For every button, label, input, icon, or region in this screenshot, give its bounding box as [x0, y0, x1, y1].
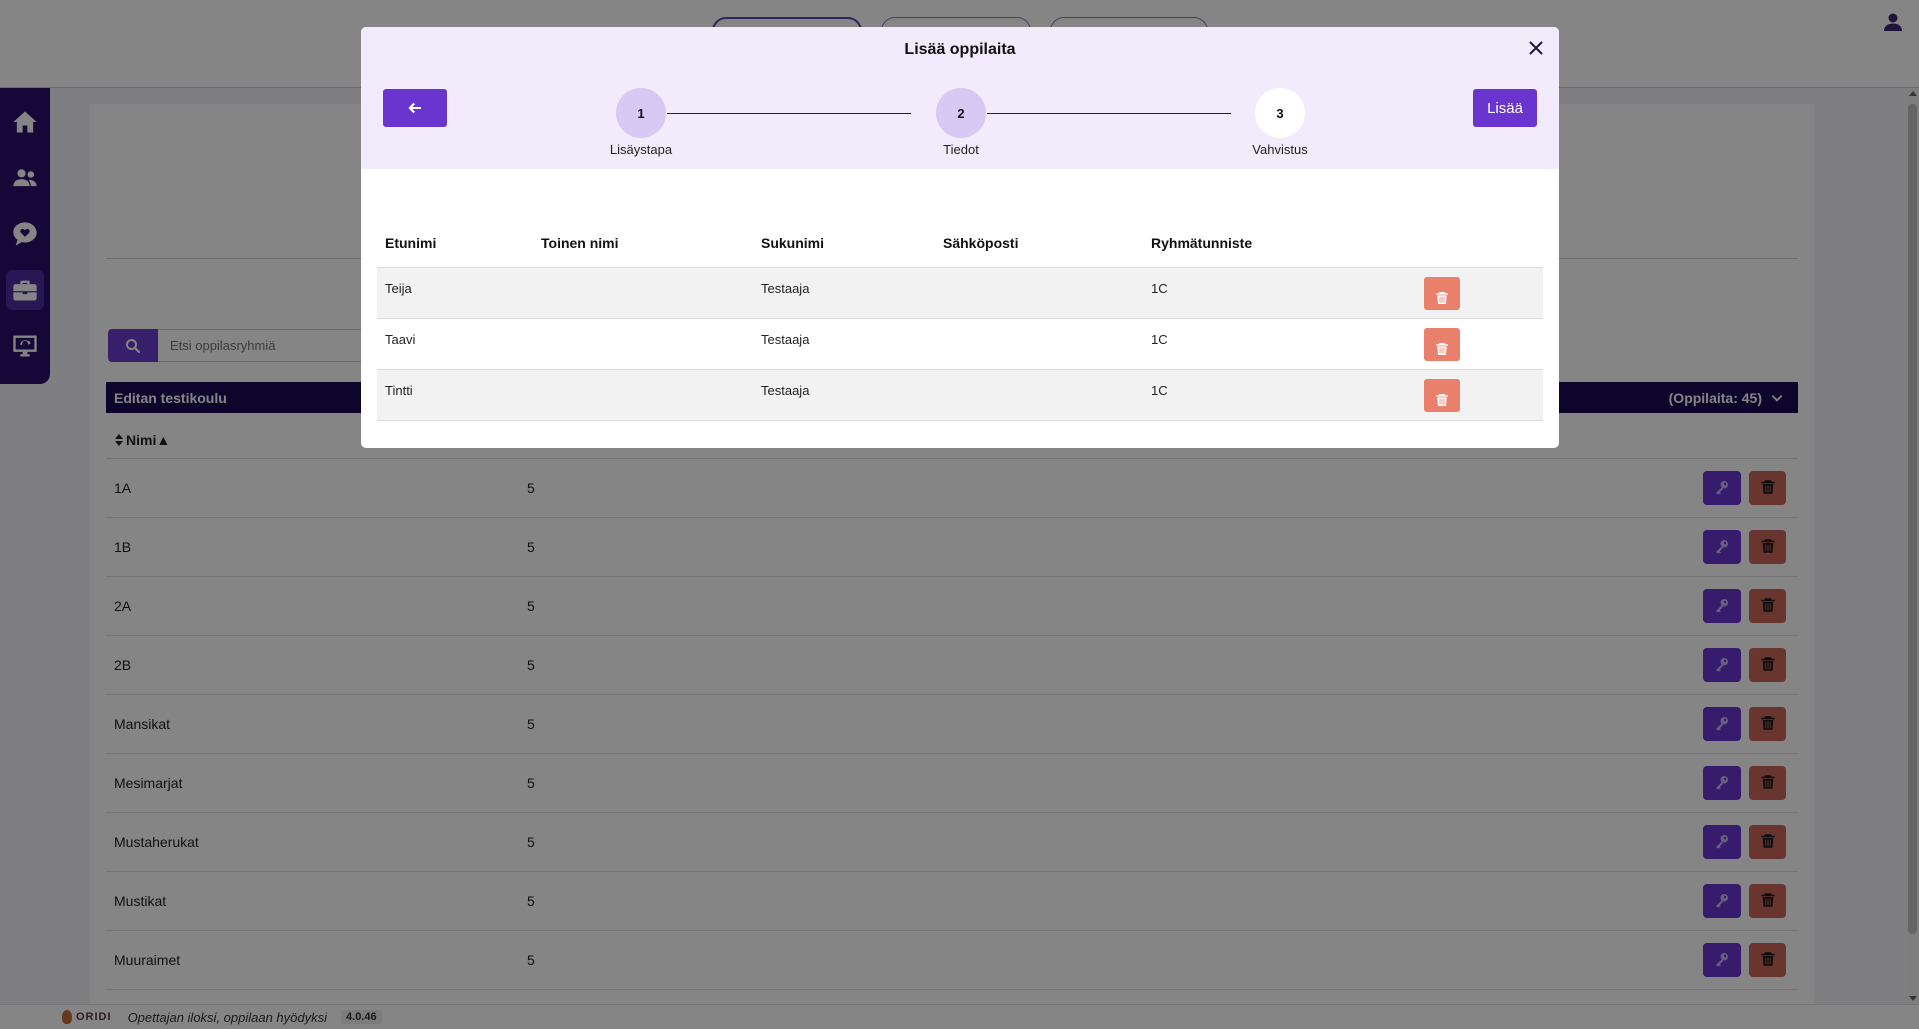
step-3-label: Vahvistus: [1252, 142, 1308, 157]
step-1-circle[interactable]: 1: [616, 88, 666, 138]
first-name-cell: Tintti: [385, 383, 413, 398]
modal-header: Lisää oppilaita 1 2 3 Lisäystapa Tiedot …: [361, 27, 1559, 169]
col-header-email: Sähköposti: [943, 235, 1019, 251]
col-header-last-name: Sukunimi: [761, 235, 825, 251]
step-connector: [667, 113, 911, 114]
group-id-cell: 1C: [1151, 281, 1168, 296]
step-3-circle[interactable]: 3: [1255, 88, 1305, 138]
group-id-cell: 1C: [1151, 332, 1168, 347]
add-button[interactable]: Lisää: [1473, 89, 1537, 127]
last-name-cell: Testaaja: [761, 281, 810, 296]
last-name-cell: Testaaja: [761, 383, 810, 398]
remove-student-button[interactable]: [1424, 328, 1460, 361]
trash-icon: [1434, 341, 1450, 360]
trash-icon: [1434, 392, 1450, 411]
table-row: Tintti Testaaja 1C: [377, 370, 1543, 421]
group-id-cell: 1C: [1151, 383, 1168, 398]
step-1-label: Lisäystapa: [609, 142, 673, 157]
remove-student-button[interactable]: [1424, 277, 1460, 310]
step-2-label: Tiedot: [943, 142, 979, 157]
modal-title: Lisää oppilaita: [904, 41, 1016, 58]
add-students-modal: Lisää oppilaita 1 2 3 Lisäystapa Tiedot …: [361, 27, 1559, 448]
close-icon: [1529, 41, 1543, 55]
first-name-cell: Teija: [385, 281, 412, 296]
step-2-circle[interactable]: 2: [936, 88, 986, 138]
close-button[interactable]: [1525, 37, 1547, 59]
first-name-cell: Taavi: [385, 332, 416, 347]
remove-student-button[interactable]: [1424, 379, 1460, 412]
table-row: Taavi Testaaja 1C: [377, 319, 1543, 370]
col-header-middle-name: Toinen nimi: [541, 235, 619, 251]
back-button[interactable]: [383, 89, 447, 127]
trash-icon: [1434, 290, 1450, 309]
col-header-first-name: Etunimi: [385, 235, 437, 251]
arrow-left-icon: [408, 102, 421, 114]
table-row: Teija Testaaja 1C: [377, 268, 1543, 319]
student-table-header: Etunimi Toinen nimi Sukunimi Sähköposti …: [377, 235, 1543, 268]
last-name-cell: Testaaja: [761, 332, 810, 347]
step-connector: [987, 113, 1231, 114]
col-header-group-id: Ryhmätunniste: [1151, 235, 1253, 251]
